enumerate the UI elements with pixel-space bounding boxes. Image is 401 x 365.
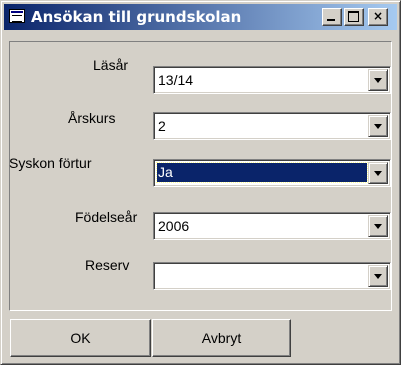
minimize-button[interactable] — [322, 8, 342, 26]
close-button[interactable]: × — [368, 8, 388, 26]
label-arskurs: Årskurs — [68, 110, 116, 126]
chevron-down-icon[interactable] — [368, 115, 388, 137]
chevron-down-icon[interactable] — [368, 215, 388, 237]
select-fodelsear-value: 2006 — [158, 218, 190, 234]
dialog-window: Ansökan till grundskolan × Läsår 13/14 Å… — [0, 0, 401, 365]
select-fodelsear[interactable]: 2006 — [153, 212, 391, 240]
chevron-down-icon[interactable] — [368, 265, 388, 287]
select-syskon-fortur-value: Ja — [156, 162, 368, 183]
title-bar[interactable]: Ansökan till grundskolan × — [4, 4, 397, 30]
select-arskurs-value: 2 — [158, 118, 166, 134]
window-title: Ansökan till grundskolan — [31, 8, 242, 26]
select-arskurs[interactable]: 2 — [153, 112, 391, 140]
maximize-button[interactable] — [344, 8, 364, 26]
form-icon[interactable] — [9, 9, 25, 23]
label-lasar: Läsår — [93, 57, 129, 73]
select-lasar[interactable]: 13/14 — [153, 66, 391, 94]
chevron-down-icon[interactable] — [368, 162, 388, 184]
label-syskon-fortur: Syskon förtur — [9, 155, 92, 171]
select-reserv[interactable] — [153, 262, 391, 290]
chevron-down-icon[interactable] — [368, 69, 388, 91]
ok-button[interactable]: OK — [10, 319, 151, 357]
label-fodelsear: Födelseår — [75, 209, 138, 225]
select-syskon-fortur[interactable]: Ja — [153, 159, 391, 187]
cancel-button[interactable]: Avbryt — [152, 319, 291, 357]
select-lasar-value: 13/14 — [158, 72, 194, 88]
label-reserv: Reserv — [85, 257, 130, 273]
